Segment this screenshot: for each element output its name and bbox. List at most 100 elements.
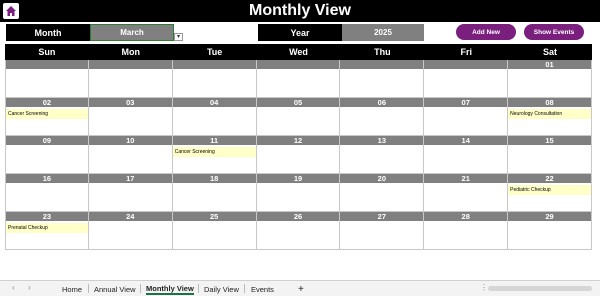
tab-monthly-view[interactable]: Monthly View: [146, 283, 194, 295]
day-cell[interactable]: 10: [88, 136, 173, 174]
day-cell[interactable]: 25: [172, 212, 257, 250]
day-number: 29: [508, 212, 591, 221]
tab-home[interactable]: Home: [62, 283, 82, 295]
day-cell[interactable]: 17: [88, 174, 173, 212]
add-sheet-icon[interactable]: +: [298, 283, 304, 295]
event-entry[interactable]: Pediatric Checkup: [508, 185, 591, 195]
day-number: 06: [340, 98, 424, 107]
day-cell[interactable]: [424, 60, 509, 98]
horizontal-scrollbar[interactable]: [488, 286, 592, 291]
week-row: 16 17 18 19 20 21 22 Pediatric Checkup: [5, 174, 592, 212]
week-row: 09 10 11 Cancer Screening 12 13 14 15: [5, 136, 592, 174]
day-number: 20: [340, 174, 424, 183]
day-cell[interactable]: [172, 60, 257, 98]
add-new-button[interactable]: Add New: [456, 24, 516, 40]
title-bar: Monthly View: [0, 0, 600, 22]
day-cell[interactable]: [340, 60, 425, 98]
day-cell[interactable]: 19: [256, 174, 341, 212]
day-number: 01: [508, 60, 591, 69]
month-select[interactable]: March: [90, 24, 174, 41]
day-cell[interactable]: 08 Neurology Consultation: [508, 98, 592, 136]
more-options-icon[interactable]: ⋮: [480, 283, 488, 292]
event-entry[interactable]: Prenatal Checkup: [6, 223, 88, 233]
day-cell[interactable]: [88, 60, 173, 98]
day-cell[interactable]: 15: [508, 136, 592, 174]
day-number: 10: [88, 136, 172, 145]
day-cell[interactable]: 29: [508, 212, 592, 250]
day-cell[interactable]: 20: [340, 174, 425, 212]
day-number: 09: [6, 136, 88, 145]
event-entry[interactable]: Neurology Consultation: [508, 109, 591, 119]
day-number: 16: [6, 174, 88, 183]
week-row: 02 Cancer Screening 03 04 05 06 07 08 Neurology …: [5, 98, 592, 136]
day-cell[interactable]: 28: [424, 212, 509, 250]
day-number: 28: [424, 212, 508, 221]
day-cell[interactable]: 09: [5, 136, 89, 174]
year-label: Year: [258, 24, 342, 41]
tab-divider: [244, 284, 245, 293]
day-cell[interactable]: 21: [424, 174, 509, 212]
day-cell[interactable]: 24: [88, 212, 173, 250]
day-cell[interactable]: 03: [88, 98, 173, 136]
weekday-wed: Wed: [289, 47, 308, 57]
day-number: 04: [172, 98, 256, 107]
day-number: 05: [256, 98, 340, 107]
day-cell[interactable]: 18: [172, 174, 257, 212]
day-number: 23: [6, 212, 88, 221]
home-button[interactable]: [3, 3, 19, 19]
day-cell[interactable]: 06: [340, 98, 425, 136]
day-number: 13: [340, 136, 424, 145]
day-number: 26: [256, 212, 340, 221]
weekday-mon: Mon: [121, 47, 141, 57]
weekday-header: Sun Mon Tue Wed Thu Fri Sat: [5, 44, 592, 60]
tab-events[interactable]: Events: [251, 283, 274, 295]
day-cell[interactable]: [5, 60, 89, 98]
month-dropdown-arrow[interactable]: ▾: [174, 33, 183, 41]
day-cell[interactable]: 13: [340, 136, 425, 174]
tab-annual-view[interactable]: Annual View: [94, 283, 136, 295]
event-entry[interactable]: Cancer Screening: [6, 109, 88, 119]
page-title: Monthly View: [249, 2, 351, 19]
home-icon: [6, 6, 16, 16]
day-cell[interactable]: 11 Cancer Screening: [172, 136, 257, 174]
weekday-thu: Thu: [374, 47, 391, 57]
day-cell[interactable]: 14: [424, 136, 509, 174]
day-cell[interactable]: 05: [256, 98, 341, 136]
event-entry[interactable]: Cancer Screening: [172, 147, 256, 157]
year-field[interactable]: 2025: [342, 24, 424, 41]
day-number: 25: [172, 212, 256, 221]
day-number: 27: [340, 212, 424, 221]
day-cell[interactable]: 12: [256, 136, 341, 174]
week-row: 01: [5, 60, 592, 98]
day-number: [340, 60, 424, 69]
day-number: [256, 60, 340, 69]
day-number: 14: [424, 136, 508, 145]
day-cell[interactable]: 26: [256, 212, 341, 250]
controls-row: Month March ▾ Year 2025 Add New Show Eve…: [0, 24, 600, 42]
weekday-sun: Sun: [38, 47, 56, 57]
tab-daily-view[interactable]: Daily View: [204, 283, 239, 295]
day-cell[interactable]: 04: [172, 98, 257, 136]
day-number: 18: [172, 174, 256, 183]
next-sheet-icon[interactable]: ›: [28, 283, 31, 292]
show-events-button[interactable]: Show Events: [524, 24, 584, 40]
day-cell[interactable]: 02 Cancer Screening: [5, 98, 89, 136]
calendar-weeks: 01 02 Cancer Screening 03 04 05 06 07 08 Neurolog…: [5, 60, 592, 250]
month-label: Month: [6, 24, 90, 41]
day-cell[interactable]: 16: [5, 174, 89, 212]
day-number: [172, 60, 256, 69]
day-cell[interactable]: 22 Pediatric Checkup: [508, 174, 592, 212]
day-number: 22: [508, 174, 591, 183]
week-row: 23 Prenatal Checkup 24 25 26 27 28 29: [5, 212, 592, 250]
day-cell[interactable]: 23 Prenatal Checkup: [5, 212, 89, 250]
prev-sheet-icon[interactable]: ‹: [12, 283, 15, 292]
day-number: 17: [88, 174, 172, 183]
day-cell[interactable]: 01: [508, 60, 592, 98]
day-number: 08: [508, 98, 591, 107]
day-cell[interactable]: 07: [424, 98, 509, 136]
weekday-fri: Fri: [460, 47, 472, 57]
day-cell[interactable]: 27: [340, 212, 425, 250]
calendar-grid: Sun Mon Tue Wed Thu Fri Sat 01 02 Cancer S…: [5, 44, 592, 250]
day-number: 12: [256, 136, 340, 145]
day-cell[interactable]: [256, 60, 341, 98]
